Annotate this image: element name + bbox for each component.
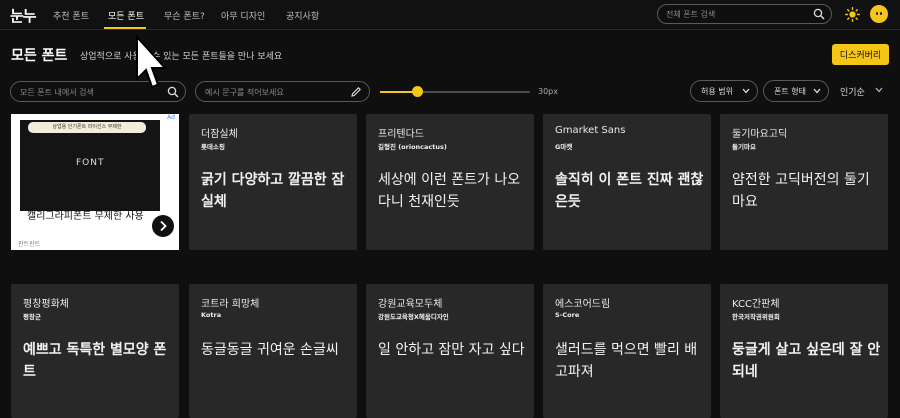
ad-headline[interactable]: 캘리그라피폰트 무제한 사용 [27,210,157,224]
font-card[interactable]: 더잠실체롯데소핑굵기 다양하고 깔끔한 잠실체6가지 굵기 [189,114,357,250]
chevron-right-icon [160,220,167,232]
font-card-preview[interactable]: 일 안하고 잠만 자고 싶다 [378,339,528,361]
page-subtitle: 상업적으로 사용할 수 있는 모든 폰트들을 만나 보세요 [80,52,283,62]
nav-link-any-design[interactable]: 아무 디자인 [221,9,265,22]
font-card-maker: 둘기마요 [732,143,756,151]
site-logo[interactable]: 눈누 [10,5,37,26]
global-search-input[interactable] [666,8,811,21]
ad-banner-image[interactable]: 상업용 인기폰트 라이선스 무제한 FONT [20,120,160,211]
ad-banner-tag: 상업용 인기폰트 라이선스 무제한 [28,122,146,133]
chevron-down-icon [875,87,883,93]
advertisement[interactable]: Ad 상업용 인기폰트 라이선스 무제한 FONT 캘리그라피폰트 무제한 사용… [11,114,179,250]
theme-toggle-sun-icon[interactable] [845,7,860,22]
ad-open-button[interactable] [152,215,174,237]
discovery-button[interactable]: 디스커버리 [832,44,889,65]
font-card[interactable]: 코트라 희망체 Kotra 동글동글 귀여운 손글씨 [189,284,357,418]
font-card-preview[interactable]: 샐러드를 먹으면 빨리 배고파져 [555,339,705,383]
font-card-maker: 평창군 [23,313,41,321]
chevron-down-icon [742,88,750,94]
preview-text-box[interactable] [195,81,370,102]
user-avatar-icon[interactable] [870,5,888,23]
font-card-maker: S-Core [555,311,580,319]
font-card-name[interactable]: 에스코어드림 [555,295,610,310]
nav-link-notice[interactable]: 공지사항 [286,9,319,22]
ad-url: 판트판트 [18,241,41,248]
mouse-cursor-icon [136,35,167,89]
font-card-name[interactable]: KCC간판체 [732,295,780,310]
font-card-name[interactable]: 강원교육모두체 [378,295,442,310]
font-card[interactable]: 둘기마요고딕둘기마요얌전한 고딕버전의 둘기마요 [720,114,888,250]
nav-link-recommended[interactable]: 추천 폰트 [53,9,89,22]
sort-label: 인기순 [840,88,865,98]
font-size-slider[interactable] [380,91,530,93]
font-card-maker: 롯데소핑 [201,143,225,151]
font-card-maker: 강원도교육청X헤움디자인 [378,313,449,321]
font-card-maker: 한국저작권위원회 [732,313,780,321]
font-card-preview[interactable]: 둥글게 살고 싶은데 잘 안되네 [732,339,882,383]
font-card-maker: Kotra [201,311,222,319]
font-form-label: 폰트 형태 [774,87,806,96]
license-filter-dropdown[interactable]: 허용 범위 [690,80,758,102]
ad-badge: Ad [163,114,179,123]
search-icon[interactable] [167,86,179,98]
font-card[interactable]: 에스코어드림 S-Core 샐러드를 먹으면 빨리 배고파져 [543,284,711,418]
license-filter-label: 허용 범위 [701,87,733,96]
global-search[interactable] [657,4,832,24]
font-card-name[interactable]: 프리텐다드 [378,125,424,140]
font-form-dropdown[interactable]: 폰트 형태 [763,80,829,102]
search-icon[interactable] [813,8,825,20]
font-card-preview[interactable]: 예쁘고 독특한 별모양 폰트 [23,339,173,383]
font-size-value: 30px [538,87,558,96]
font-card[interactable]: Gmarket SansG마켓솔직히 이 폰트 진짜 괜찮은듯3가지 굵기 [543,114,711,250]
font-card-preview[interactable]: 솔직히 이 폰트 진짜 괜찮은듯 [555,169,705,213]
nav-link-all-fonts[interactable]: 모든 폰트 [108,9,144,22]
chevron-down-icon [813,88,821,94]
font-card-name[interactable]: 더잠실체 [201,125,238,140]
font-card-preview[interactable]: 얌전한 고딕버전의 둘기마요 [732,169,882,213]
font-card-name[interactable]: 코트라 희망체 [201,295,259,310]
font-card-name[interactable]: Gmarket Sans [555,125,625,136]
pencil-icon [351,87,361,97]
font-card[interactable]: 평창평화체평창군예쁘고 독특한 별모양 폰트 [11,284,179,418]
active-tab-indicator [104,27,146,29]
font-card-maker: 길형진 (orioncactus) [378,143,447,151]
ad-banner-logo: FONT [76,158,105,168]
font-card-preview[interactable]: 세상에 이런 폰트가 나오다니 천재인듯 [378,169,528,213]
top-nav: 눈누 추천 폰트 모든 폰트 무슨 폰트? 아무 디자인 공지사항 [0,0,900,30]
font-card[interactable]: 프리텐다드길형진 (orioncactus) 세상에 이런 폰트가 나오다니 천재… [366,114,534,250]
font-card-preview[interactable]: 굵기 다양하고 깔끔한 잠실체 [201,169,351,213]
nav-link-what-font[interactable]: 무슨 폰트? [164,9,205,22]
font-card[interactable]: 강원교육모두체강원도교육청X헤움디자인일 안하고 잠만 자고 싶다 [366,284,534,418]
font-size-slider-handle[interactable] [412,86,423,97]
sort-dropdown[interactable]: 인기순 [840,85,883,98]
page-title: 모든 폰트 [11,48,68,64]
font-card-name[interactable]: 평창평화체 [23,295,69,310]
font-card-preview[interactable]: 동글동글 귀여운 손글씨 [201,339,351,361]
font-card-maker: G마켓 [555,143,573,151]
font-card[interactable]: KCC간판체한국저작권위원회둥글게 살고 싶은데 잘 안되네 [720,284,888,418]
font-card-name[interactable]: 둘기마요고딕 [732,125,787,140]
preview-text-input[interactable] [205,86,345,99]
